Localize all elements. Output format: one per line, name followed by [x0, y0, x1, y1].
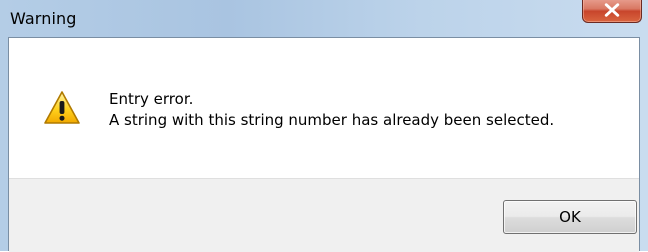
message-text: Entry error. A string with this string n…: [109, 89, 554, 131]
window-frame-right: [640, 37, 648, 251]
window-title: Warning: [10, 9, 77, 28]
warning-icon: [44, 91, 80, 124]
close-icon: [604, 3, 620, 17]
message-line-2: A string with this string number has alr…: [109, 111, 555, 129]
title-bar[interactable]: Warning: [0, 0, 648, 37]
message-area: Entry error. A string with this string n…: [9, 38, 639, 178]
warning-dialog: Warning Entry error. A string with this …: [0, 0, 648, 252]
message-line-1: Entry error.: [109, 90, 194, 108]
window-frame-left: [0, 37, 8, 251]
ok-button[interactable]: OK: [503, 200, 637, 234]
dialog-client-area: Entry error. A string with this string n…: [8, 37, 640, 252]
button-bar: OK: [9, 178, 639, 252]
close-button[interactable]: [582, 0, 642, 23]
